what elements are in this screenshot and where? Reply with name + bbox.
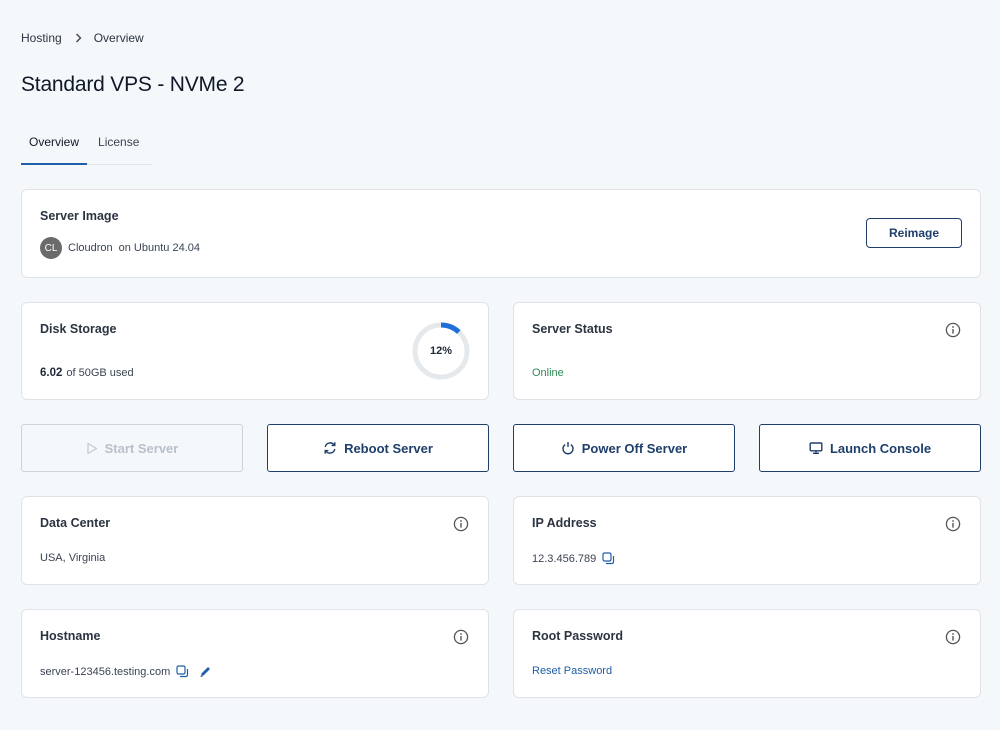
server-status-title: Server Status — [532, 322, 613, 336]
tab-license[interactable]: License — [91, 128, 152, 165]
server-image-app: Cloudron — [68, 242, 113, 254]
tab-bar: Overview License — [21, 128, 153, 165]
power-off-server-label: Power Off Server — [581, 440, 688, 456]
pencil-icon[interactable] — [199, 665, 212, 678]
hostname-title: Hostname — [40, 629, 101, 643]
info-icon[interactable] — [945, 322, 961, 338]
launch-console-label: Launch Console — [829, 440, 932, 456]
server-status-card: Server Status Online — [513, 302, 981, 400]
data-center-card: Data Center USA, Virginia — [21, 496, 489, 585]
server-image-os: on Ubuntu 24.04 — [118, 242, 200, 254]
power-off-server-button[interactable]: Power Off Server — [513, 424, 735, 472]
reboot-server-label: Reboot Server — [344, 440, 433, 456]
server-image-card: Server Image CL Cloudron on Ubuntu 24.04… — [21, 189, 981, 278]
server-status-value: Online — [532, 367, 564, 379]
server-image-title: Server Image — [40, 209, 119, 223]
disk-used-value: 6.02 — [40, 367, 63, 379]
info-icon[interactable] — [453, 629, 469, 645]
page-title: Standard VPS - NVMe 2 — [21, 73, 245, 96]
tab-overview[interactable]: Overview — [21, 128, 88, 165]
launch-console-button[interactable]: Launch Console — [759, 424, 981, 472]
power-icon — [561, 441, 575, 455]
info-icon[interactable] — [945, 629, 961, 645]
avatar: CL — [40, 237, 62, 259]
disk-usage-ring: 12% — [410, 320, 472, 382]
disk-storage-title: Disk Storage — [40, 322, 117, 336]
ip-address-value: 12.3.456.789 — [532, 552, 597, 565]
disk-total-text: of 50GB used — [66, 367, 134, 379]
start-server-label: Start Server — [104, 440, 179, 456]
breadcrumb: Hosting Overview — [21, 31, 144, 45]
reimage-button[interactable]: Reimage — [866, 218, 962, 248]
info-icon[interactable] — [945, 516, 961, 532]
monitor-icon — [809, 441, 823, 455]
server-image-info: CL Cloudron on Ubuntu 24.04 — [40, 237, 200, 259]
ip-address-row: 12.3.456.789 — [532, 552, 615, 565]
reboot-server-button[interactable]: Reboot Server — [267, 424, 489, 472]
reset-password-link[interactable]: Reset Password — [532, 665, 612, 677]
copy-icon[interactable] — [602, 552, 615, 565]
ip-address-title: IP Address — [532, 516, 597, 530]
hostname-value: server-123456.testing.com — [40, 665, 171, 678]
disk-usage: 6.02 of 50GB used — [40, 367, 134, 379]
breadcrumb-hosting-link[interactable]: Hosting — [21, 31, 62, 45]
copy-icon[interactable] — [176, 665, 189, 678]
root-password-card: Root Password Reset Password — [513, 609, 981, 698]
breadcrumb-current: Overview — [93, 31, 144, 45]
ip-address-card: IP Address 12.3.456.789 — [513, 496, 981, 585]
root-password-title: Root Password — [532, 629, 623, 643]
refresh-icon — [323, 441, 337, 455]
hostname-row: server-123456.testing.com — [40, 665, 212, 678]
disk-storage-card: Disk Storage 6.02 of 50GB used 12% — [21, 302, 489, 400]
hostname-card: Hostname server-123456.testing.com — [21, 609, 489, 698]
start-server-button[interactable]: Start Server — [21, 424, 243, 472]
chevron-right-icon — [75, 33, 82, 43]
data-center-title: Data Center — [40, 516, 111, 530]
play-icon — [86, 442, 98, 455]
info-icon[interactable] — [453, 516, 469, 532]
disk-percent-label: 12% — [429, 345, 453, 357]
data-center-value: USA, Virginia — [40, 552, 106, 564]
